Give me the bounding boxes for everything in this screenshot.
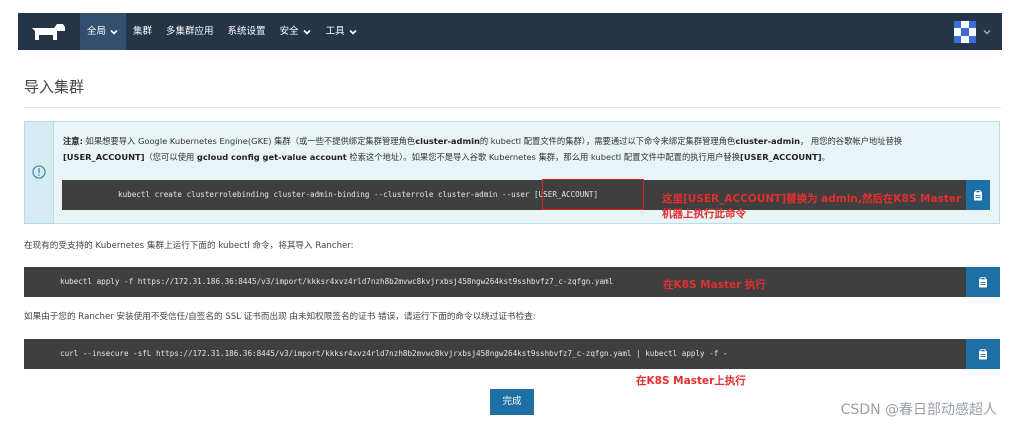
curl-insecure-command[interactable]: curl --insecure -sfL https://172.31.186.…: [24, 339, 968, 369]
copy-button[interactable]: [966, 180, 990, 210]
annotation-line: 这里[USER_ACCOUNT]替换为 admin,然后在K8S Master: [662, 193, 962, 205]
info-text-part: ， 用您的谷歌帐户地址替换: [799, 136, 903, 146]
info-text-part: 如果想要导入 Google Kubernetes Engine(GKE) 集群（…: [82, 136, 416, 146]
info-text-part: 检索这个地址）。如果您不是导入谷歌 Kubernetes 集群，那么用 kube…: [346, 152, 741, 162]
info-banner-sidebar: [25, 122, 54, 223]
annotation-replace-user: 这里[USER_ACCOUNT]替换为 admin,然后在K8S Master …: [662, 192, 961, 222]
user-avatar-icon[interactable]: [954, 21, 976, 43]
copy-button[interactable]: [966, 267, 1000, 297]
top-navbar: 全局 集群 多集群应用 系统设置 安全 工具: [18, 13, 1002, 50]
info-bold: cluster-admin: [735, 136, 800, 146]
info-bold: [USER_ACCOUNT]: [740, 152, 822, 162]
nav-multi-cluster-apps[interactable]: 多集群应用: [159, 13, 221, 50]
nav-tools[interactable]: 工具: [319, 13, 365, 50]
import-description: 在现有的受支持的 Kubernetes 集群上运行下面的 kubectl 命令，…: [24, 241, 354, 251]
clipboard-icon: [979, 348, 987, 359]
nav-clusters-label: 集群: [133, 26, 153, 37]
chevron-down-icon: [303, 29, 311, 35]
annotation-line: 机器上执行此命令: [662, 208, 746, 220]
nav-multi-cluster-apps-label: 多集群应用: [166, 26, 214, 37]
clipboard-icon: [979, 276, 987, 287]
main-nav: 全局 集群 多集群应用 系统设置 安全 工具: [80, 13, 365, 50]
kubectl-apply-command[interactable]: kubectl apply -f https://172.31.186.36:8…: [24, 267, 968, 297]
chevron-down-icon: [110, 29, 118, 35]
title-divider: [24, 107, 1001, 108]
nav-security[interactable]: 安全: [273, 13, 319, 50]
info-text-part: 的 kubectl 配置文件的集群），需要通过以下命令来绑定集群管理角色: [479, 136, 736, 146]
annotation-run-on-master: 在K8S Master 执行: [663, 279, 766, 291]
nav-global[interactable]: 全局: [80, 13, 127, 50]
rancher-logo-icon[interactable]: [24, 20, 68, 44]
info-bold: cluster-admin: [415, 136, 480, 146]
page-title: 导入集群: [24, 78, 85, 96]
info-icon: [32, 165, 46, 179]
insecure-description: 如果由于您的 Rancher 安装使用不受信任/自签名的 SSL 证书而出现 由…: [24, 312, 536, 322]
nav-tools-label: 工具: [325, 26, 345, 37]
info-text-part: （您可以使用: [144, 152, 197, 162]
csdn-watermark: CSDN @春日部动感超人: [840, 402, 997, 418]
note-label: 注意:: [63, 136, 83, 146]
user-account-highlight: [542, 179, 644, 210]
done-button[interactable]: 完成: [490, 389, 534, 415]
info-text: 注意: 如果想要导入 Google Kubernetes Engine(GKE)…: [63, 133, 983, 165]
nav-clusters[interactable]: 集群: [126, 13, 159, 50]
info-bold: gcloud config get-value account: [196, 152, 347, 162]
info-bold: [USER_ACCOUNT]: [63, 152, 145, 162]
nav-settings-label: 系统设置: [227, 26, 266, 37]
nav-settings[interactable]: 系统设置: [221, 13, 273, 50]
copy-button[interactable]: [966, 339, 1000, 369]
nav-global-label: 全局: [87, 26, 107, 37]
nav-security-label: 安全: [279, 26, 299, 37]
chevron-down-icon: [349, 29, 357, 35]
annotation-run-on-master-2: 在K8S Master上执行: [636, 375, 746, 387]
info-text-part: 。: [821, 152, 830, 162]
clipboard-icon: [974, 189, 982, 200]
chevron-down-icon[interactable]: [982, 27, 992, 37]
